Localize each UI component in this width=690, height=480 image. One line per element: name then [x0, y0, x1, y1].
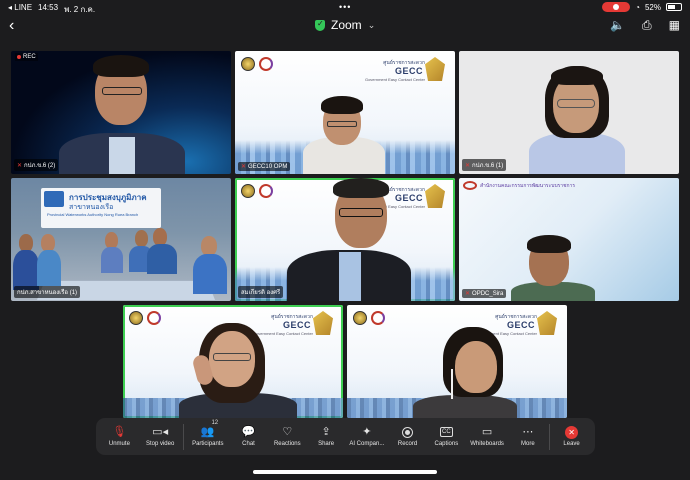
- video-tile[interactable]: ศูนย์ราชการสะดวก GECC Government Easy Co…: [347, 305, 567, 418]
- captions-button[interactable]: CC Captions: [427, 418, 466, 455]
- participants-count-badge: 12: [211, 420, 219, 426]
- leave-icon: ✕: [565, 425, 579, 439]
- gecc-logo: ศูนย์ราชการสะดวก GECC Government Easy Co…: [247, 309, 335, 339]
- meeting-title: Zoom: [331, 18, 362, 32]
- ndc-logo-icon: [259, 57, 273, 71]
- share-icon: ⇪: [321, 425, 331, 438]
- mic-muted-icon: ✕: [17, 162, 23, 169]
- participants-button[interactable]: 12 👥 Participants: [186, 418, 229, 455]
- chat-icon: 💬: [241, 425, 256, 438]
- participant-name-tag: ✕ กปภ.ข.6 (1): [462, 159, 507, 171]
- ndc-logo-icon: [259, 184, 273, 198]
- ndc-logo-icon: [371, 311, 385, 325]
- toolbar-divider: [549, 423, 551, 450]
- government-emblem-icon: [353, 311, 367, 325]
- participants-icon: 👥: [200, 425, 215, 438]
- meeting-title-button[interactable]: Zoom ⌄: [315, 18, 375, 32]
- video-tile[interactable]: ✕ กปภ.ข.6 (1): [459, 51, 679, 174]
- meeting-toolbar: 🎙 Unmute ▭◂ Stop video 12 👥 Participants…: [96, 418, 595, 455]
- video-camera-icon: ▭◂: [152, 425, 169, 438]
- stop-video-button[interactable]: ▭◂ Stop video: [139, 418, 182, 455]
- participant-name-tag: ✕ GECC10 OPM: [238, 162, 291, 171]
- video-tile[interactable]: สำนักงานคณะกรรมการพัฒนาระบบราชการ ✕ OPDC_…: [459, 178, 679, 301]
- room-banner: การประชุมสงบุภูมิภาค สาขาหนองเรือ Provin…: [41, 188, 161, 228]
- whiteboard-icon: ▭: [481, 425, 493, 438]
- participant-name-tag: ✕ OPDC_Sira: [462, 289, 507, 298]
- mic-muted-icon: ✕: [241, 164, 247, 170]
- home-indicator[interactable]: [253, 470, 437, 474]
- recording-badge: REC: [15, 53, 38, 61]
- captions-icon: CC: [440, 427, 453, 437]
- toolbar-divider: [183, 423, 185, 450]
- speaker-icon[interactable]: 🔈: [610, 18, 625, 33]
- mic-muted-icon: 🎙: [112, 425, 127, 438]
- video-tile-active-speaker[interactable]: ศูนย์ราชการสะดวก GECC Government Easy Co…: [235, 178, 455, 301]
- ndc-logo-icon: [147, 311, 161, 325]
- recording-indicator-icon: [602, 2, 631, 12]
- record-icon: [402, 426, 414, 438]
- gallery-view-icon[interactable]: ▦: [669, 18, 680, 33]
- switch-camera-icon[interactable]: ⎙: [642, 18, 652, 33]
- reactions-button[interactable]: ♡ Reactions: [268, 418, 307, 455]
- status-bar: ◂ LINE 14:53 พ. 2 ก.ค. ••• ◔ 52%: [0, 0, 690, 14]
- chat-button[interactable]: 💬 Chat: [229, 418, 268, 455]
- government-emblem-icon: [129, 311, 143, 325]
- video-tile[interactable]: REC ✕ กปภ.ข.6 (2): [11, 51, 231, 174]
- leave-button[interactable]: ✕ Leave: [552, 418, 591, 455]
- unmute-button[interactable]: 🎙 Unmute: [100, 418, 139, 455]
- battery-icon: [666, 3, 682, 11]
- whiteboards-button[interactable]: ▭ Whiteboards: [466, 418, 509, 455]
- participant-name-tag: ✕ กปภ.ข.6 (2): [14, 159, 59, 171]
- more-dots-icon: ⋯: [522, 425, 534, 438]
- ai-companion-button[interactable]: ✦ AI Compan...: [346, 418, 389, 455]
- chevron-down-icon: ⌄: [367, 19, 376, 30]
- sparkle-icon: ✦: [362, 425, 372, 438]
- share-button[interactable]: ⇪ Share: [307, 418, 346, 455]
- battery-percent: 52%: [644, 2, 661, 12]
- multitask-dots-icon[interactable]: •••: [339, 2, 351, 12]
- heart-icon: ♡: [282, 425, 293, 438]
- more-button[interactable]: ⋯ More: [508, 418, 547, 455]
- video-tile[interactable]: ศูนย์ราชการสะดวก GECC Government Easy Co…: [235, 51, 455, 174]
- mic-muted-icon: ✕: [465, 162, 471, 169]
- meeting-header: ‹ Zoom ⌄ 🔈 ⎙ ▦: [0, 14, 690, 38]
- mic-muted-icon: ✕: [465, 291, 471, 297]
- participant-name-tag: กปภ.สาขาหนองเรือ (1): [14, 286, 81, 298]
- record-button[interactable]: Record: [388, 418, 427, 455]
- opdc-logo: สำนักงานคณะกรรมการพัฒนาระบบราชการ: [463, 181, 575, 190]
- government-emblem-icon: [241, 184, 255, 198]
- participant-name-tag: สมเกียรติ องศรี: [238, 286, 284, 298]
- government-emblem-icon: [241, 57, 255, 71]
- encryption-shield-icon: [315, 19, 325, 31]
- video-tile[interactable]: การประชุมสงบุภูมิภาค สาขาหนองเรือ Provin…: [11, 178, 231, 301]
- gecc-logo: ศูนย์ราชการสะดวก GECC Government Easy Co…: [359, 55, 447, 85]
- wifi-icon: ◔: [635, 2, 640, 12]
- video-tile-active-speaker[interactable]: ศูนย์ราชการสะดวก GECC Government Easy Co…: [123, 305, 343, 418]
- back-chevron-icon[interactable]: ‹: [9, 17, 14, 35]
